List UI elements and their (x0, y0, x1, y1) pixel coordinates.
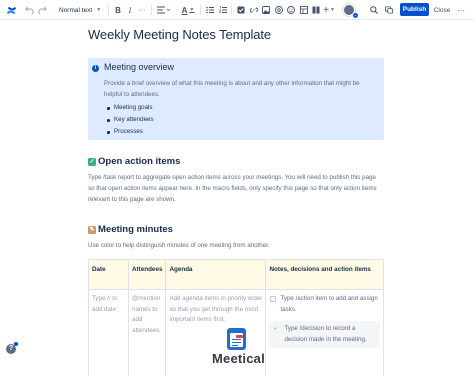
date-cell[interactable]: Type // to add date. (88, 289, 129, 376)
toolbar-divider (231, 5, 232, 15)
table-header-cell[interactable]: Notes, decisions and action items (265, 259, 384, 290)
bullet-list-icon[interactable] (206, 3, 214, 17)
close-button[interactable]: Close (432, 3, 452, 17)
chevron-down-icon: ▼ (329, 7, 335, 13)
toolbar-divider (151, 5, 152, 15)
heading-text: Meeting minutes (98, 224, 173, 235)
list-item: Processes (106, 126, 154, 138)
confluence-logo-icon[interactable] (5, 3, 17, 17)
heading-text: Open action items (98, 156, 181, 167)
more-actions-button[interactable]: ··· (456, 3, 466, 17)
layout-icon[interactable] (312, 3, 320, 17)
minutes-heading: ✎ Meeting minutes (88, 224, 173, 235)
notepad-icon: ✎ (88, 225, 96, 234)
table-header-cell[interactable]: Date (88, 259, 129, 290)
chevron-down-icon: ▼ (189, 7, 195, 13)
decision-placeholder: Type /decision to record a decision made… (284, 325, 367, 343)
redo-icon[interactable] (37, 3, 47, 17)
emoji-icon[interactable] (287, 3, 295, 17)
list-item: Meeting goals (106, 102, 154, 114)
toolbar-divider (200, 5, 201, 15)
minutes-text: Use color to help distinguish minutes of… (88, 242, 270, 249)
italic-button[interactable]: I (126, 3, 134, 17)
text-style-dropdown[interactable]: Normal text ▼ (59, 3, 103, 17)
search-icon[interactable] (370, 3, 378, 17)
action-item[interactable]: Type /action item to add and assign task… (269, 294, 380, 315)
link-icon[interactable] (250, 3, 258, 17)
panel-text: Provide a brief overview of what this me… (104, 80, 360, 98)
meetical-wordmark: Meetical (212, 351, 265, 366)
toolbar-divider (108, 5, 109, 15)
task-placeholder: Type /action item to add and assign task… (280, 295, 378, 313)
table-header-cell[interactable]: Attendees (127, 259, 167, 290)
table-header-cell[interactable]: Agenda (165, 259, 267, 290)
list-item: Key attendees (106, 114, 154, 126)
text-style-label: Normal text (59, 6, 93, 14)
attendees-cell[interactable]: @mention names to add attendees. (127, 289, 167, 376)
editor-toolbar: Normal text ▼ B I ··· A ▼ + ▼ + Publish … (0, 0, 474, 20)
notes-cell[interactable]: Type /action item to add and assign task… (265, 289, 384, 376)
mention-icon[interactable] (275, 3, 283, 17)
add-collaborator-icon: + (353, 13, 358, 18)
bold-button[interactable]: B (114, 3, 122, 17)
numbered-list-icon[interactable] (219, 3, 227, 17)
insert-button[interactable]: + ▼ (322, 3, 336, 17)
undo-icon[interactable] (24, 3, 34, 17)
chevron-down-icon: ▼ (96, 7, 102, 13)
table-header-row: Date Attendees Agenda Notes, decisions a… (88, 259, 384, 290)
text-color-button[interactable]: A ▼ (181, 3, 195, 17)
action-items-heading: ✓ Open action items (88, 156, 180, 167)
panel-bullet-list: Meeting goals Key attendees Processes (106, 102, 154, 138)
info-icon: i (92, 65, 99, 72)
action-item-icon[interactable] (237, 3, 245, 17)
notification-dot (14, 342, 18, 346)
image-icon[interactable] (262, 3, 270, 17)
check-mark-icon: ✓ (88, 157, 96, 166)
align-button[interactable] (156, 3, 170, 17)
text-color-icon: A (181, 5, 188, 15)
page-title[interactable]: Weekly Meeting Notes Template (88, 27, 271, 42)
task-checkbox[interactable] (270, 296, 277, 302)
action-items-text: Type /task report to aggregate open acti… (88, 174, 377, 203)
meetical-logo-icon (227, 328, 246, 350)
table-icon[interactable] (300, 3, 308, 17)
comments-icon[interactable] (385, 3, 393, 17)
publish-button[interactable]: Publish (400, 3, 429, 16)
decision-item[interactable]: ⑂ Type /decision to record a decision ma… (269, 321, 380, 348)
info-panel[interactable]: i Meeting overview Provide a brief overv… (88, 58, 384, 140)
collaborator-avatar[interactable]: + (341, 3, 358, 18)
decision-icon: ⑂ (273, 327, 278, 333)
plus-icon: + (323, 4, 329, 16)
panel-heading: Meeting overview (104, 62, 175, 72)
more-formatting-button[interactable]: ··· (138, 3, 146, 17)
